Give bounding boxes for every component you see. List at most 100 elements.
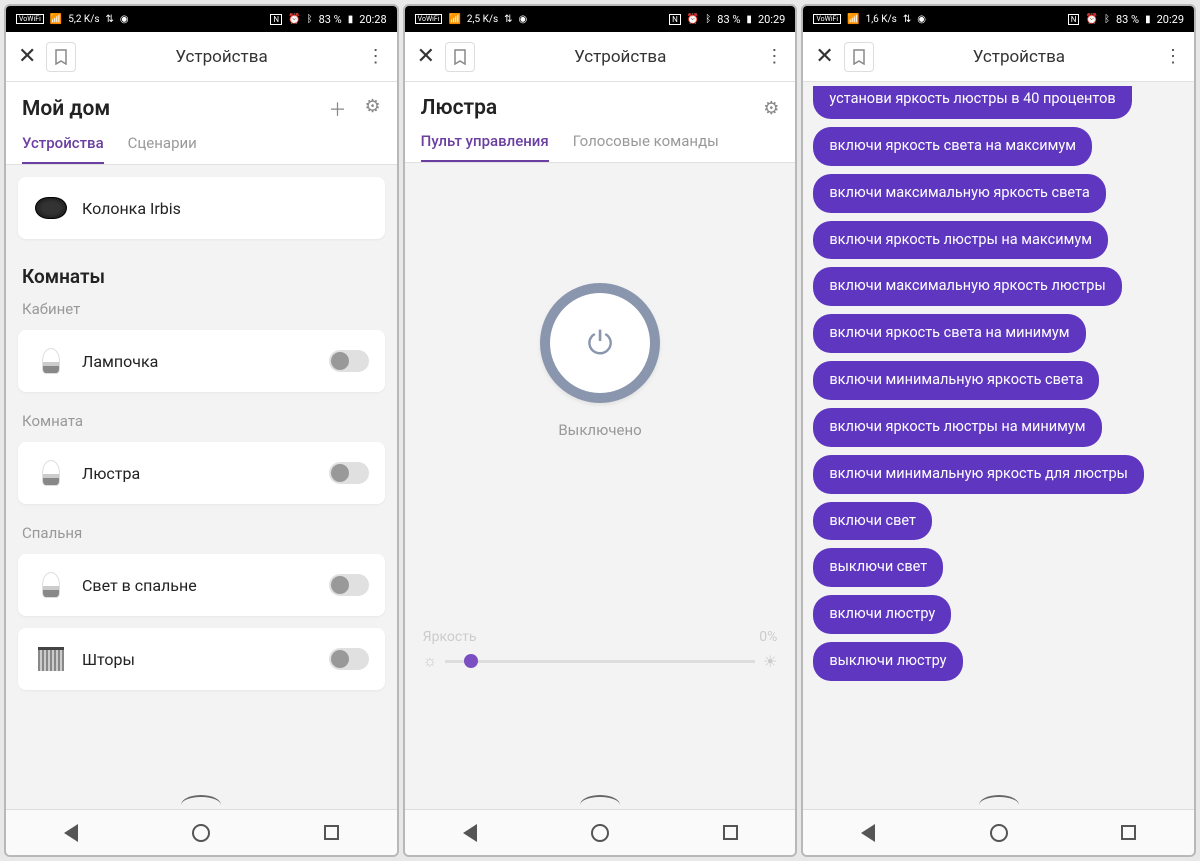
bookmark-icon[interactable] (844, 42, 874, 72)
tabs: Устройства Сценарии (6, 128, 397, 165)
brightness-label: Яркость (423, 629, 477, 645)
voice-command-chip[interactable]: установи яркость люстры в 40 процентов (813, 86, 1131, 119)
gesture-handle[interactable] (405, 791, 796, 809)
voice-command-chip[interactable]: включи минимальную яркость света (813, 361, 1099, 400)
vowifi-icon: VoWiFi (415, 14, 443, 24)
bulb-icon (34, 568, 68, 602)
back-button[interactable] (459, 822, 481, 844)
voice-command-chip[interactable]: включи яркость света на минимум (813, 314, 1085, 353)
close-icon[interactable]: ✕ (417, 44, 435, 69)
device-card[interactable]: Люстра (18, 442, 385, 504)
recents-button[interactable] (321, 822, 343, 844)
phone-screen-2: VoWiFi 📶 2,5 K/s ⇅ ◉ N ⏰ ᛒ 83 % ▮ 20:29 … (403, 4, 798, 857)
home-title: Мой дом (22, 97, 110, 121)
gear-icon[interactable]: ⚙ (763, 98, 779, 119)
battery-icon: ▮ (1145, 14, 1151, 25)
vowifi-icon: VoWiFi (16, 14, 44, 24)
bookmark-icon[interactable] (46, 42, 76, 72)
brightness-slider[interactable] (445, 660, 755, 663)
clock-label: 20:28 (359, 13, 386, 26)
more-icon[interactable]: ⋮ (765, 46, 783, 67)
power-state-label: Выключено (558, 421, 641, 439)
device-toggle[interactable] (329, 350, 369, 372)
speaker-icon (34, 191, 68, 225)
device-card[interactable]: Свет в спальне (18, 554, 385, 616)
messenger-icon: ◉ (120, 14, 129, 25)
voice-command-chip[interactable]: выключи свет (813, 548, 943, 587)
bulb-icon (34, 344, 68, 378)
home-button[interactable] (988, 822, 1010, 844)
home-button[interactable] (589, 822, 611, 844)
gesture-handle[interactable] (6, 791, 397, 809)
sun-large-icon: ☀ (763, 652, 777, 671)
nfc-icon: N (669, 14, 681, 25)
messenger-icon: ◉ (519, 14, 528, 25)
voice-commands-list: установи яркость люстры в 40 процентов в… (803, 82, 1194, 685)
voice-command-chip[interactable]: включи яркость люстры на максимум (813, 221, 1108, 260)
messenger-icon: ◉ (917, 14, 926, 25)
tab-devices[interactable]: Устройства (22, 134, 104, 164)
device-label: Шторы (82, 650, 315, 669)
voice-command-chip[interactable]: включи свет (813, 502, 932, 541)
signal-icon: 📶 (847, 14, 859, 25)
tabs: Пульт управления Голосовые команды (405, 126, 796, 163)
alarm-icon: ⏰ (288, 14, 300, 25)
voice-command-chip[interactable]: включи максимальную яркость света (813, 174, 1105, 213)
add-icon[interactable]: ＋ (329, 96, 347, 122)
recents-button[interactable] (719, 822, 741, 844)
close-icon[interactable]: ✕ (18, 44, 36, 69)
recents-button[interactable] (1118, 822, 1140, 844)
rooms-heading: Комнаты (6, 251, 397, 292)
content-area: Мой дом ＋ ⚙ Устройства Сценарии Колонка … (6, 82, 397, 791)
power-button[interactable]: ⏻ (540, 283, 660, 403)
device-card[interactable]: Лампочка (18, 330, 385, 392)
alarm-icon: ⏰ (687, 14, 699, 25)
home-button[interactable] (190, 822, 212, 844)
battery-icon: ▮ (746, 14, 752, 25)
voice-command-chip[interactable]: включи яркость люстры на минимум (813, 408, 1101, 447)
page-title: Устройства (485, 47, 755, 67)
signal-icon: 📶 (50, 14, 62, 25)
speaker-card[interactable]: Колонка Irbis (18, 177, 385, 239)
device-card[interactable]: Шторы (18, 628, 385, 690)
speaker-label: Колонка Irbis (82, 199, 369, 218)
device-label: Лампочка (82, 352, 315, 371)
more-icon[interactable]: ⋮ (1164, 46, 1182, 67)
curtain-icon (34, 642, 68, 676)
android-navbar (405, 809, 796, 855)
browser-top-bar: ✕ Устройства ⋮ (6, 32, 397, 82)
page-title: Устройства (86, 47, 356, 67)
signal-icon: 📶 (448, 14, 460, 25)
close-icon[interactable]: ✕ (815, 44, 833, 69)
gesture-handle[interactable] (803, 791, 1194, 809)
phone-screen-3: VoWiFi 📶 1,6 K/s ⇅ ◉ N ⏰ ᛒ 83 % ▮ 20:29 … (801, 4, 1196, 857)
content-area: Люстра ⚙ Пульт управления Голосовые кома… (405, 82, 796, 791)
power-icon: ⏻ (587, 324, 612, 363)
more-icon[interactable]: ⋮ (367, 46, 385, 67)
battery-label: 83 % (1116, 13, 1139, 26)
back-button[interactable] (60, 822, 82, 844)
power-control: ⏻ Выключено (405, 163, 796, 439)
sun-small-icon: ☼ (423, 651, 438, 671)
device-toggle[interactable] (329, 462, 369, 484)
device-toggle[interactable] (329, 648, 369, 670)
hotspot-icon: ⇅ (504, 14, 512, 25)
slider-thumb[interactable] (464, 654, 478, 668)
gear-icon[interactable]: ⚙ (365, 96, 381, 122)
voice-command-chip[interactable]: включи максимальную яркость люстры (813, 267, 1121, 306)
voice-command-chip[interactable]: включи люстру (813, 595, 951, 634)
tab-scenarios[interactable]: Сценарии (128, 134, 197, 164)
clock-label: 20:29 (1157, 13, 1184, 26)
clock-label: 20:29 (758, 13, 785, 26)
voice-command-chip[interactable]: включи яркость света на максимум (813, 127, 1092, 166)
device-toggle[interactable] (329, 574, 369, 596)
bookmark-icon[interactable] (445, 42, 475, 72)
voice-command-chip[interactable]: включи минимальную яркость для люстры (813, 455, 1144, 494)
voice-command-chip[interactable]: выключи люстру (813, 642, 962, 681)
browser-top-bar: ✕ Устройства ⋮ (803, 32, 1194, 82)
tab-voice[interactable]: Голосовые команды (573, 132, 719, 162)
bluetooth-icon: ᛒ (705, 14, 711, 25)
tab-control[interactable]: Пульт управления (421, 132, 549, 162)
back-button[interactable] (857, 822, 879, 844)
bluetooth-icon: ᛒ (307, 14, 313, 25)
